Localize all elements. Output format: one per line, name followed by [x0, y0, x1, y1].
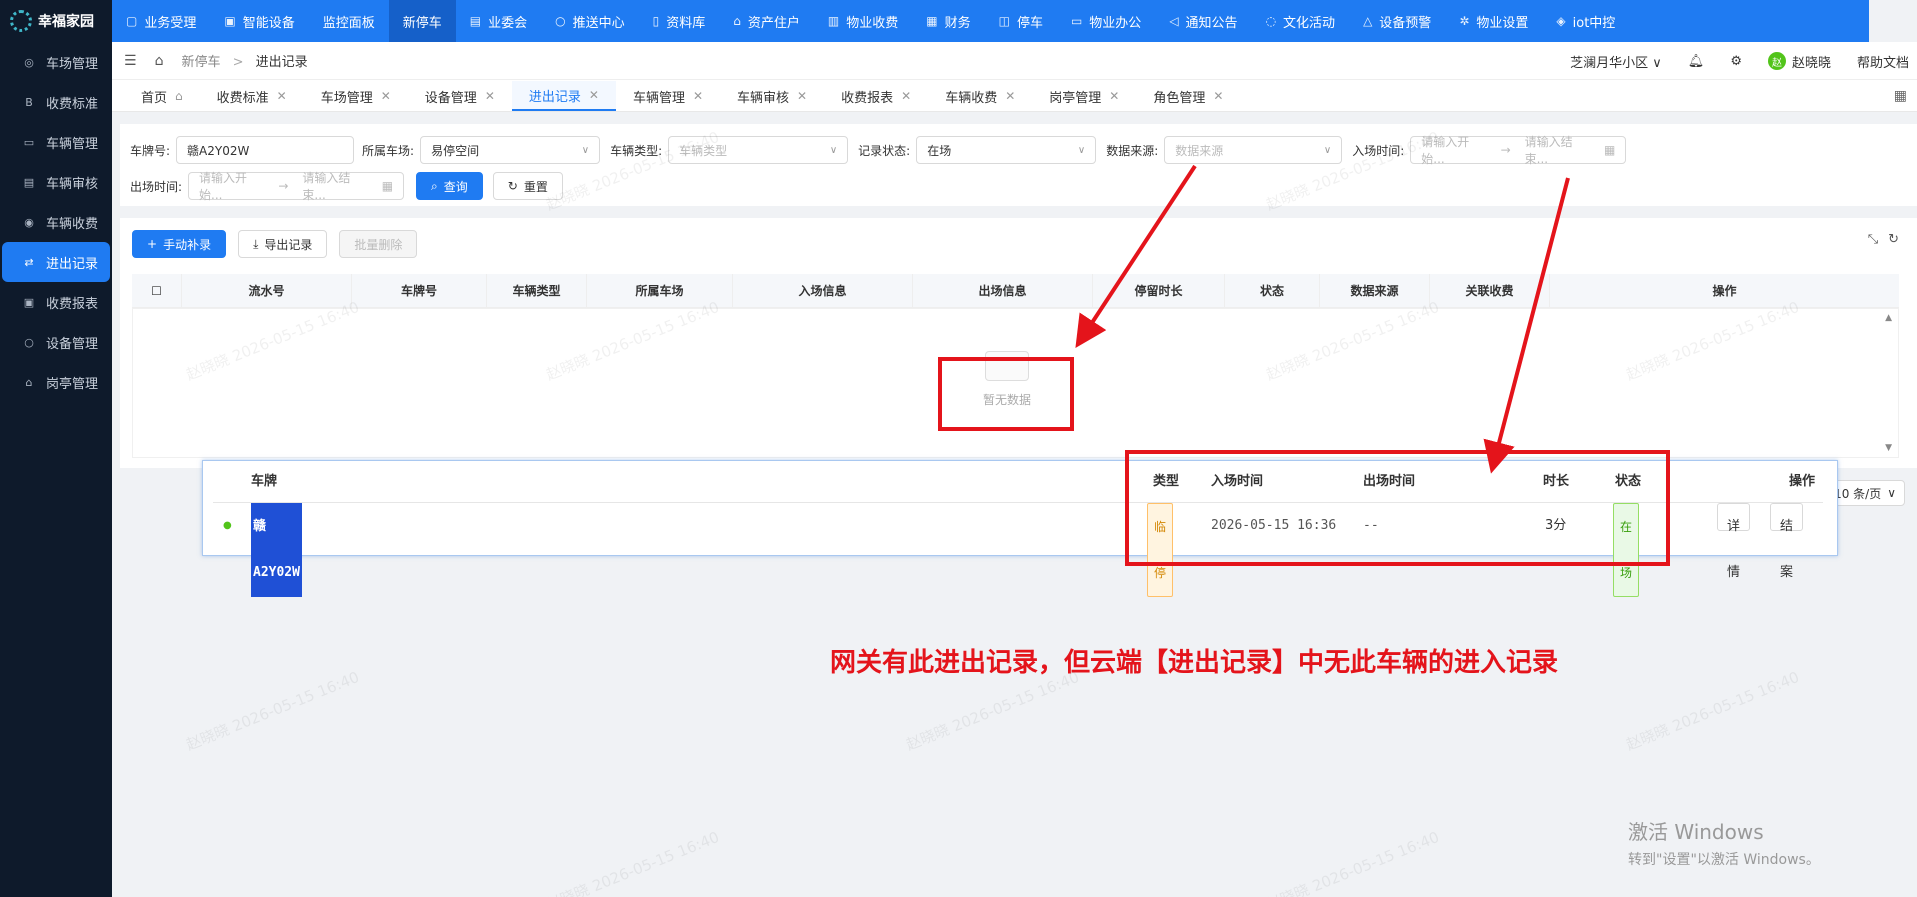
annotation-text: 网关有此进出记录，但云端【进出记录】中无此车辆的进入记录 [830, 648, 1559, 678]
annotation-arrow-2 [1483, 177, 1570, 474]
annotation-arrows [1075, 164, 1570, 474]
windows-activation-title: 激活 Windows [1628, 820, 1764, 844]
annotation-arrow-1 [1075, 164, 1197, 349]
windows-activation-hint: 转到"设置"以激活 Windows。 [1628, 852, 1820, 868]
windows-activation-notice: 激活 Windows 转到"设置"以激活 Windows。 [1628, 816, 1820, 869]
